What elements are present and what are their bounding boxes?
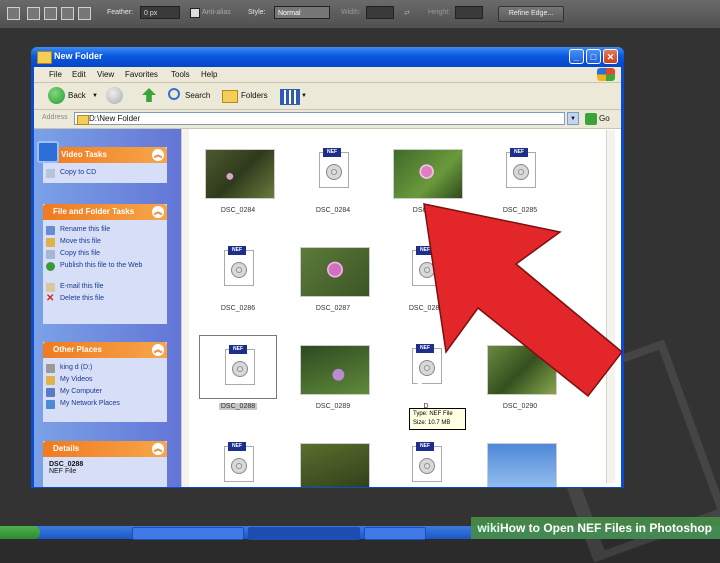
wikihow-caption: wikiHow to Open NEF Files in Photoshop xyxy=(471,517,720,539)
taskbar-item[interactable] xyxy=(132,527,244,540)
taskbar-item[interactable] xyxy=(364,527,426,540)
start-button[interactable] xyxy=(0,526,40,539)
wikihow-brand: wiki xyxy=(477,521,500,535)
taskbar-item-active[interactable] xyxy=(248,527,360,540)
red-arrow-annotation xyxy=(423,203,624,398)
wikihow-title: How to Open NEF Files in Photoshop xyxy=(500,521,712,535)
red-arrow-shape xyxy=(423,203,624,398)
